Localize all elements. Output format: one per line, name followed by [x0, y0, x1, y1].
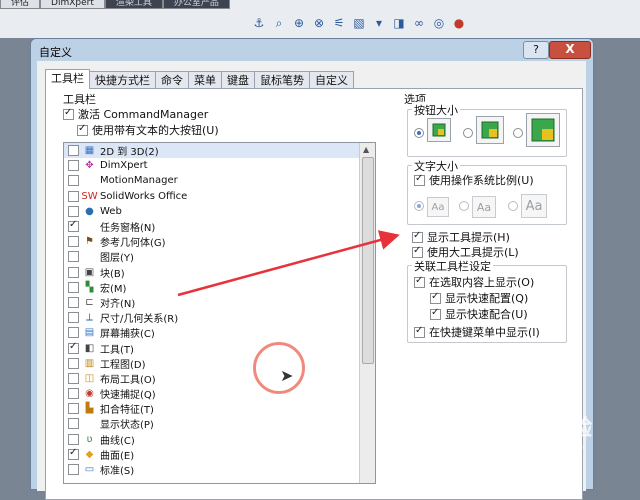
annotation-arrow: [177, 230, 400, 297]
mouse-cursor-icon: ➤: [280, 366, 294, 385]
click-highlight-ring: [253, 342, 305, 394]
watermark-brand: Baidu 经验: [470, 416, 593, 441]
tab-toolbars[interactable]: 工具栏: [45, 69, 90, 89]
watermark-url: jingyan.baidu.com: [500, 442, 584, 452]
